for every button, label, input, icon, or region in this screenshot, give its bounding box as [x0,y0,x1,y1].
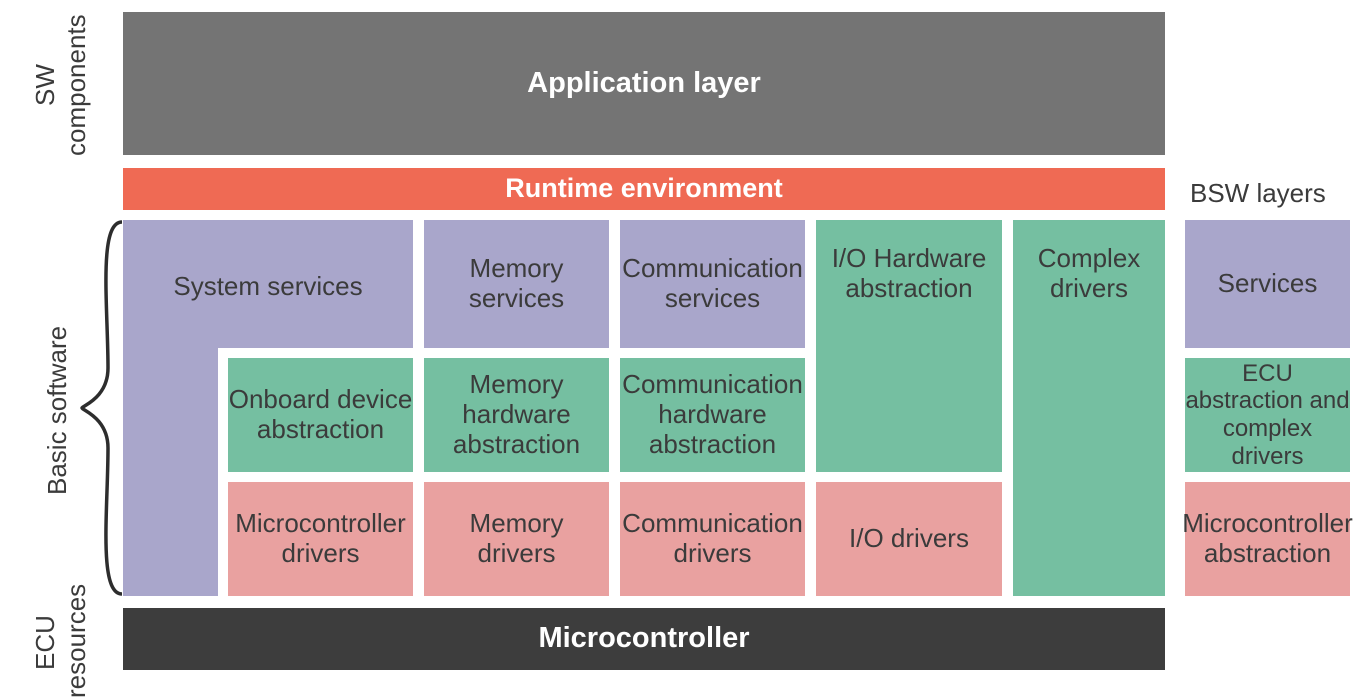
communication-services-block: Communication services [620,220,805,348]
application-layer-block: Application layer [123,12,1165,155]
label-basic-software: Basic software [42,250,73,570]
microcontroller-drivers-block: Microcontroller drivers [228,482,413,596]
communication-hw-abstraction-block: Communication hardware abstraction [620,358,805,472]
runtime-environment-block: Runtime environment [123,168,1165,210]
memory-services-block: Memory services [424,220,609,348]
microcontroller-block: Microcontroller [123,608,1165,670]
label-bsw-layers: BSW layers [1190,178,1326,209]
legend-mc-abstraction-block: Microcontroller abstraction [1185,482,1350,596]
memory-hw-abstraction-block: Memory hardware abstraction [424,358,609,472]
system-services-block: System services [123,220,413,348]
io-drivers-block: I/O drivers [816,482,1002,596]
legend-services-block: Services [1185,220,1350,348]
label-sw-components: SW components [30,10,92,160]
legend-ecu-abstraction-block: ECU abstraction and complex drivers [1185,358,1350,472]
label-ecu-resources: ECU resources [30,588,92,698]
onboard-device-abstraction-block: Onboard device abstraction [228,358,413,472]
communication-drivers-block: Communication drivers [620,482,805,596]
diagram-stage: SW components Basic software ECU resourc… [0,0,1359,696]
io-hardware-abstraction-block: I/O Hardware abstraction [816,220,1002,472]
complex-drivers-block: Complex drivers [1013,220,1165,596]
memory-drivers-block: Memory drivers [424,482,609,596]
brace-icon [78,218,126,598]
